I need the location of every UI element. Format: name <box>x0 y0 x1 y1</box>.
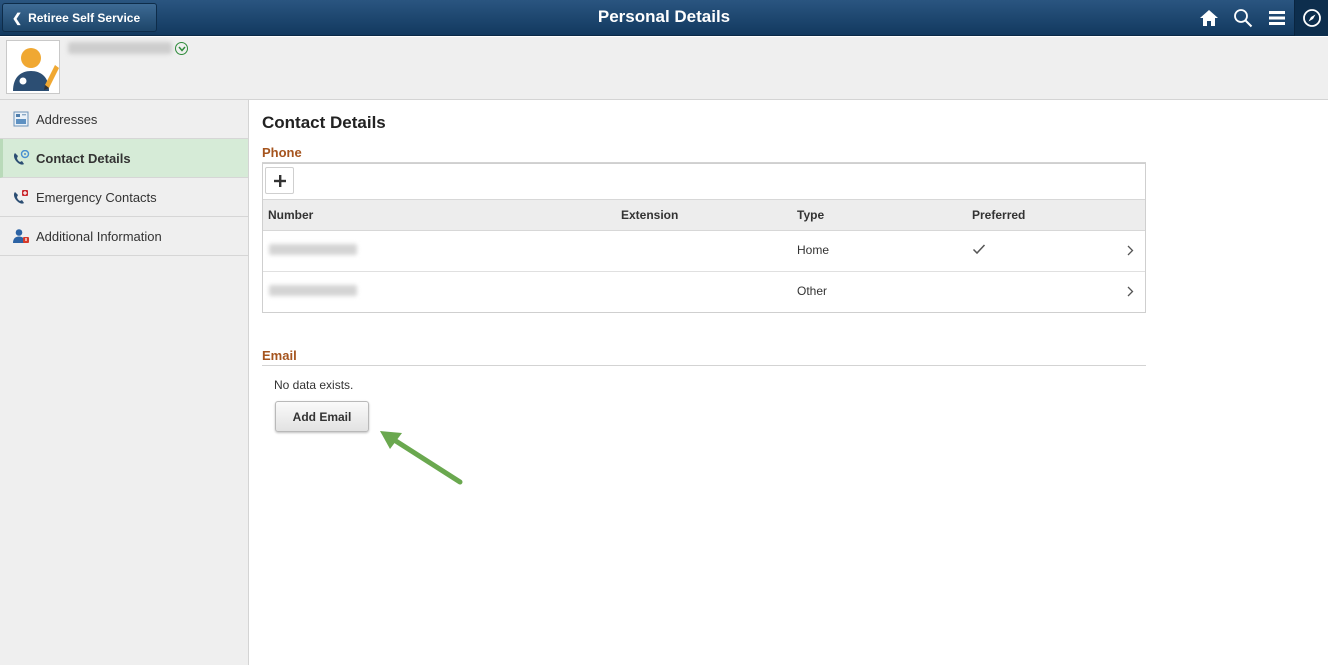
sidebar-item-contact-details[interactable]: Contact Details <box>0 139 248 178</box>
sidebar-item-label: Contact Details <box>36 150 131 166</box>
add-email-button[interactable]: Add Email <box>275 401 369 432</box>
navbar-compass-icon[interactable] <box>1294 0 1328 36</box>
search-icon[interactable] <box>1226 0 1260 36</box>
email-section-title: Email <box>262 348 297 363</box>
column-header-number: Number <box>268 208 314 222</box>
profile-header <box>0 37 1328 100</box>
sidebar: Addresses Contact Details Emergency Cont… <box>0 100 249 665</box>
back-button[interactable]: ❮ Retiree Self Service <box>2 3 157 32</box>
person-photo-icon <box>13 48 59 91</box>
phone-number-redacted <box>269 244 357 255</box>
avatar[interactable] <box>6 40 60 94</box>
email-section-divider <box>262 365 1146 366</box>
sidebar-item-addresses[interactable]: Addresses <box>0 100 248 139</box>
column-header-extension: Extension <box>621 208 679 222</box>
sidebar-item-additional-information[interactable]: Additional Information <box>0 217 248 256</box>
chevron-right-icon <box>1127 243 1134 261</box>
column-header-preferred: Preferred <box>972 208 1026 222</box>
plus-icon <box>273 174 286 187</box>
phone-grid-header: Number Extension Type Preferred <box>263 199 1145 231</box>
page-title: Contact Details <box>262 113 386 132</box>
phone-icon <box>12 149 30 167</box>
phone-type: Other <box>797 284 828 298</box>
column-header-type: Type <box>797 208 825 222</box>
page-title-banner: Personal Details <box>597 7 731 26</box>
chevron-left-icon: ❮ <box>12 10 23 25</box>
address-book-icon <box>12 110 30 128</box>
sidebar-item-label: Additional Information <box>36 228 162 244</box>
checkmark-icon <box>972 242 986 260</box>
add-phone-button[interactable] <box>265 167 294 194</box>
menu-icon[interactable] <box>1260 0 1294 36</box>
annotation-arrow-icon <box>380 431 463 485</box>
expand-profile-icon[interactable] <box>175 42 188 55</box>
sidebar-item-label: Emergency Contacts <box>36 189 157 205</box>
table-row[interactable]: Home <box>263 231 1145 272</box>
email-empty-message: No data exists. <box>274 378 354 392</box>
phone-type: Home <box>797 243 830 257</box>
person-info-icon <box>12 227 30 245</box>
sidebar-item-label: Addresses <box>36 111 98 127</box>
home-icon[interactable] <box>1192 0 1226 36</box>
banner-actions <box>1192 0 1328 36</box>
phone-number-redacted <box>269 285 357 296</box>
emergency-phone-icon <box>12 188 30 206</box>
phone-grid: Number Extension Type Preferred Home Oth… <box>262 163 1146 313</box>
top-banner: ❮ Retiree Self Service Personal Details <box>0 0 1328 36</box>
chevron-right-icon <box>1127 284 1134 302</box>
employee-name-redacted <box>68 42 172 54</box>
back-button-label: Retiree Self Service <box>28 10 141 25</box>
table-row[interactable]: Other <box>263 272 1145 313</box>
phone-section-title: Phone <box>262 145 302 160</box>
sidebar-item-emergency-contacts[interactable]: Emergency Contacts <box>0 178 248 217</box>
